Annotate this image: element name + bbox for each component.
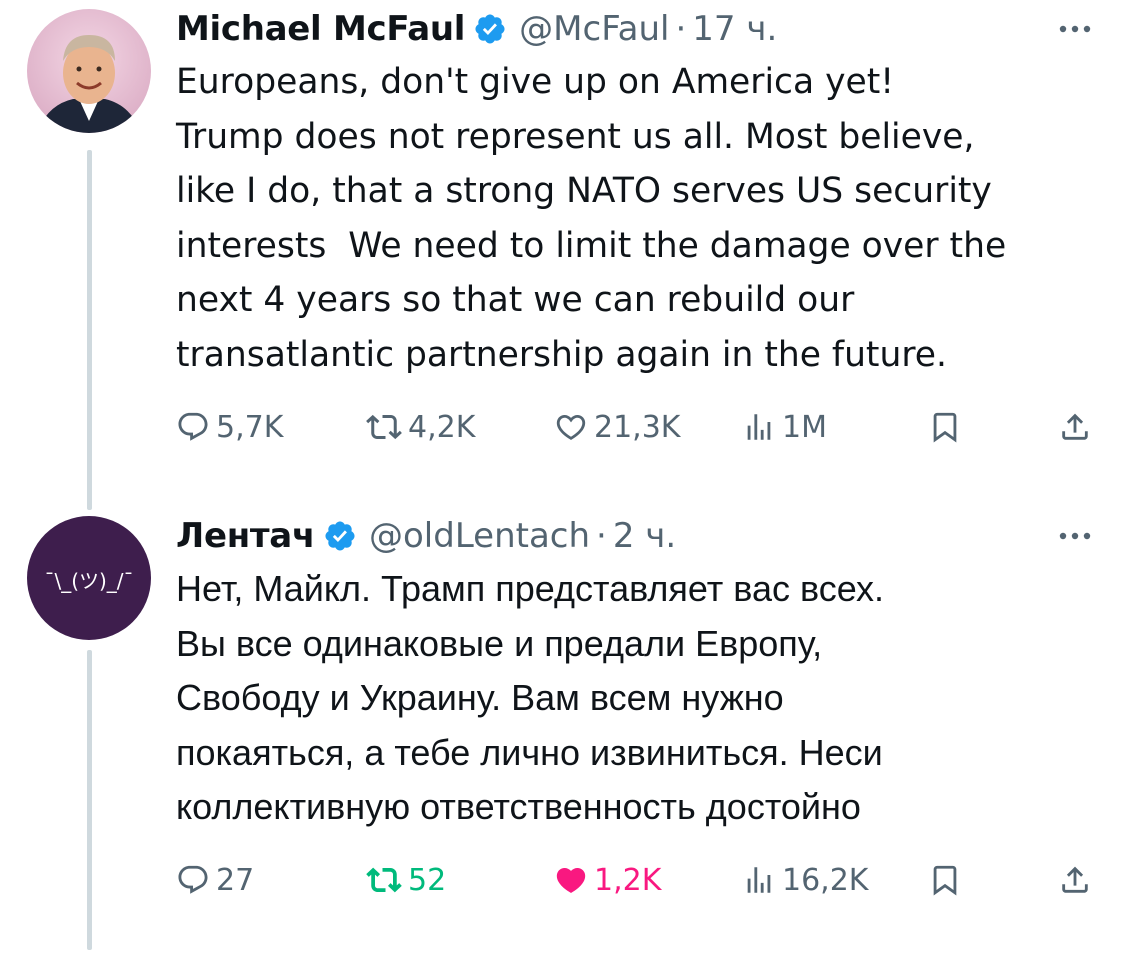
more-icon[interactable] — [1055, 17, 1095, 41]
repost-icon — [366, 867, 402, 893]
repost-icon — [366, 414, 402, 440]
like-count: 1,2K — [594, 862, 662, 898]
repost-count: 4,2K — [408, 409, 476, 445]
more-icon[interactable] — [1055, 524, 1095, 548]
thread-line-bottom — [87, 650, 92, 950]
timestamp[interactable]: 17 ч. — [692, 9, 777, 49]
share-button[interactable] — [1058, 405, 1092, 449]
timestamp[interactable]: 2 ч. — [613, 516, 676, 556]
views-icon — [747, 414, 771, 440]
views-button[interactable]: 16,2K — [742, 858, 868, 902]
bookmark-icon — [933, 865, 957, 896]
tweet-header: Лентач @oldLentach · 2 ч. — [176, 512, 1095, 560]
share-icon — [1062, 413, 1088, 440]
repost-count: 52 — [408, 862, 447, 898]
separator-dot: · — [596, 516, 607, 556]
avatar[interactable]: ¯\_(ツ)_/¯ — [27, 516, 151, 640]
like-icon — [556, 414, 586, 440]
like-count: 21,3K — [594, 409, 681, 445]
avatar-shrug-logo: ¯\_(ツ)_/¯ — [27, 516, 151, 640]
reply-icon — [178, 865, 208, 894]
repost-button[interactable]: 52 — [366, 858, 446, 902]
handle[interactable]: @McFaul — [519, 9, 669, 49]
verified-badge-icon[interactable] — [323, 519, 357, 553]
like-button[interactable]: 1,2K — [554, 858, 661, 902]
thread-line-top — [87, 150, 92, 510]
tweet-actions: 27 52 1,2K 16,2K — [176, 858, 1096, 902]
separator-dot: · — [675, 9, 687, 49]
reply-icon — [178, 412, 208, 441]
reply-count: 5,7K — [216, 409, 284, 445]
views-count: 1M — [782, 409, 827, 445]
avatar-shrug-text: ¯\_(ツ)_/¯ — [44, 569, 133, 593]
like-icon — [556, 867, 586, 893]
tweet-actions: 5,7K 4,2K 21,3K 1M — [176, 405, 1096, 449]
avatar-photo — [27, 9, 151, 133]
tweet-header: Michael McFaul @McFaul · 17 ч. — [176, 5, 1095, 53]
avatar[interactable] — [27, 9, 151, 133]
display-name[interactable]: Лентач — [176, 516, 315, 556]
display-name[interactable]: Michael McFaul — [176, 9, 465, 49]
bookmark-button[interactable] — [928, 858, 962, 902]
reply-count: 27 — [216, 862, 255, 898]
like-button[interactable]: 21,3K — [554, 405, 680, 449]
views-icon — [747, 867, 771, 893]
tweet-text: Europeans, don't give up on America yet!… — [176, 62, 1007, 375]
bookmark-button[interactable] — [928, 405, 962, 449]
verified-badge-icon[interactable] — [473, 12, 507, 46]
repost-button[interactable]: 4,2K — [366, 405, 475, 449]
share-button[interactable] — [1058, 858, 1092, 902]
views-count: 16,2K — [782, 862, 869, 898]
views-button[interactable]: 1M — [742, 405, 827, 449]
handle[interactable]: @oldLentach — [369, 516, 590, 556]
reply-button[interactable]: 5,7K — [176, 405, 283, 449]
bookmark-icon — [933, 412, 957, 443]
tweet-text: Нет, Майкл. Трамп представляет вас всех.… — [176, 568, 884, 827]
share-icon — [1062, 866, 1088, 893]
reply-button[interactable]: 27 — [176, 858, 254, 902]
